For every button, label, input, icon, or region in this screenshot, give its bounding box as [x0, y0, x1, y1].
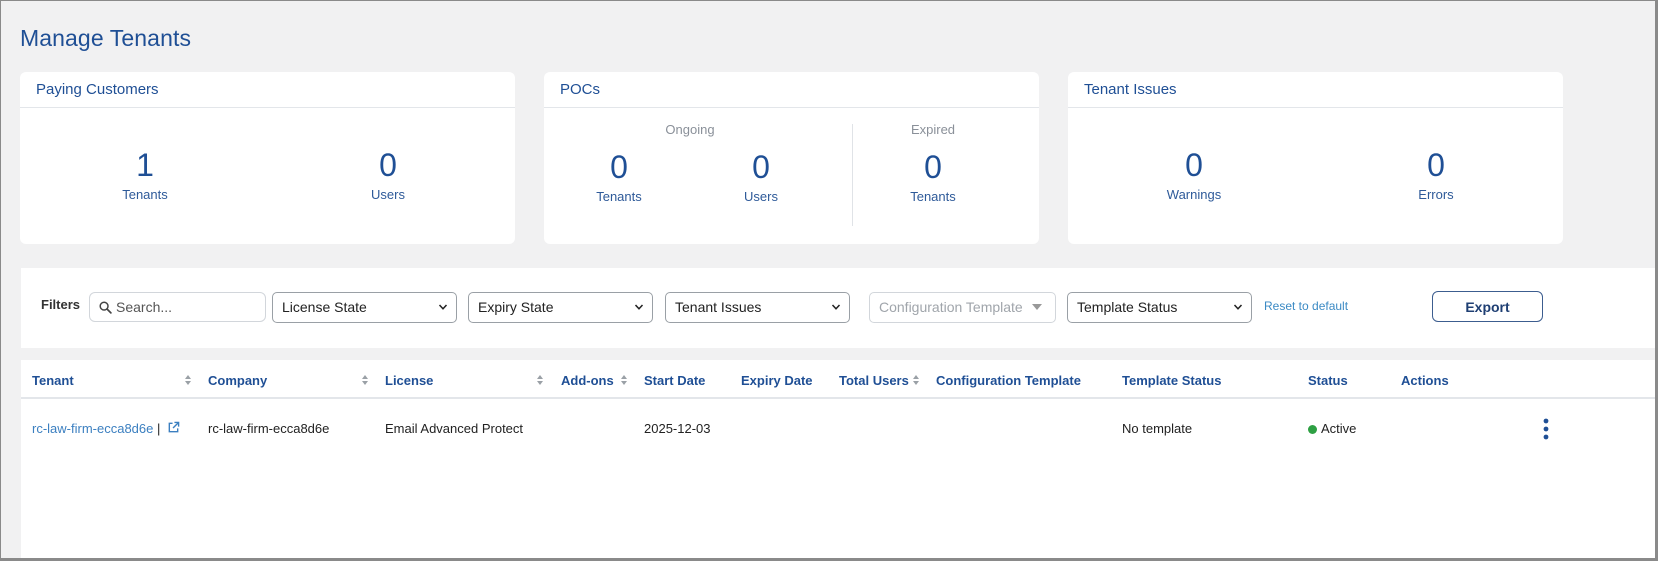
chevron-down-icon [438, 304, 448, 310]
filters-label: Filters [41, 297, 81, 312]
app-window: Manage Tenants Paying Customers 1 Tenant… [1, 1, 1655, 558]
card-title: POCs [544, 72, 1039, 108]
select-label: License State [282, 299, 367, 315]
column-header-actions: Actions [1401, 373, 1449, 388]
stat-value: 1 [136, 147, 154, 183]
separator: | [157, 421, 161, 436]
stat-value: 0 [924, 149, 942, 185]
divider [852, 124, 853, 226]
tenant-cell: rc-law-firm-ecca8d6e | [32, 421, 180, 436]
column-header-configuration-template[interactable]: Configuration Template [936, 373, 1081, 388]
sort-icon[interactable] [184, 374, 192, 386]
sort-icon[interactable] [620, 374, 628, 386]
sort-icon[interactable] [912, 374, 920, 386]
tenant-issues-select[interactable]: Tenant Issues [665, 292, 850, 323]
stat-value: 0 [1427, 147, 1445, 183]
sort-icon[interactable] [361, 374, 369, 386]
template-status-select[interactable]: Template Status [1067, 292, 1252, 323]
status-dot-icon [1308, 425, 1317, 434]
column-header-company[interactable]: Company [208, 373, 267, 388]
column-header-license[interactable]: License [385, 373, 433, 388]
status-label: Active [1321, 421, 1357, 436]
page-title: Manage Tenants [20, 25, 192, 51]
caret-down-icon [1032, 304, 1042, 310]
warnings-stat: 0 Warnings [1134, 147, 1254, 202]
column-header-addons[interactable]: Add-ons [561, 373, 614, 388]
select-label: Expiry State [478, 299, 554, 315]
configuration-template-select[interactable]: Configuration Template [869, 292, 1056, 323]
section-gap [21, 348, 1655, 360]
company-cell: rc-law-firm-ecca8d6e [208, 421, 330, 436]
stat-value: 0 [379, 147, 397, 183]
stat-value: 0 [752, 149, 770, 185]
chevron-down-icon [831, 304, 841, 310]
select-label: Template Status [1077, 299, 1178, 315]
stat-label: Tenants [122, 187, 168, 202]
start-date-cell: 2025-12-03 [644, 421, 711, 436]
select-label: Tenant Issues [675, 299, 762, 315]
card-title: Paying Customers [20, 72, 515, 108]
chevron-down-icon [634, 304, 644, 310]
tenant-link[interactable]: rc-law-firm-ecca8d6e [32, 421, 153, 436]
search-icon [99, 301, 112, 314]
poc-ongoing-users-stat: 0 Users [701, 149, 821, 204]
stat-label: Users [371, 187, 405, 202]
paying-users-stat: 0 Users [328, 147, 448, 202]
export-button[interactable]: Export [1432, 291, 1543, 322]
license-cell: Email Advanced Protect [385, 421, 524, 436]
column-header-start-date[interactable]: Start Date [644, 373, 705, 388]
stat-label: Users [744, 189, 778, 204]
license-state-select[interactable]: License State [272, 292, 457, 323]
column-header-expiry-date[interactable]: Expiry Date [741, 373, 813, 388]
pocs-card: POCs Ongoing Expired 0 Tenants 0 Users 0… [544, 72, 1039, 244]
reset-to-default-link[interactable]: Reset to default [1264, 299, 1348, 313]
poc-ongoing-tenants-stat: 0 Tenants [559, 149, 679, 204]
chevron-down-icon [1233, 304, 1243, 310]
filters-bar: Filters License State Expiry State Tenan… [21, 268, 1655, 348]
stat-value: 0 [1185, 147, 1203, 183]
external-link-icon[interactable] [167, 421, 180, 434]
kebab-menu-icon[interactable] [1543, 418, 1549, 440]
paying-tenants-stat: 1 Tenants [85, 147, 205, 202]
card-title: Tenant Issues [1068, 72, 1563, 108]
expiry-state-select[interactable]: Expiry State [468, 292, 653, 323]
tenants-table-panel: Filters License State Expiry State Tenan… [21, 268, 1655, 558]
expired-subheading: Expired [910, 122, 956, 137]
column-header-tenant[interactable]: Tenant [32, 373, 74, 388]
template-status-cell: No template [1122, 421, 1193, 436]
stat-label: Tenants [596, 189, 642, 204]
stat-label: Warnings [1166, 187, 1222, 202]
status-cell: Active [1308, 421, 1356, 436]
sort-icon[interactable] [536, 374, 544, 386]
paying-customers-card: Paying Customers 1 Tenants 0 Users [20, 72, 515, 244]
stat-label: Errors [1418, 187, 1454, 202]
poc-expired-tenants-stat: 0 Tenants [873, 149, 993, 204]
table-row: rc-law-firm-ecca8d6e | rc-law-firm-ecca8… [21, 399, 1655, 457]
column-header-total-users[interactable]: Total Users [839, 373, 909, 388]
search-input[interactable] [116, 297, 261, 317]
tenant-issues-card: Tenant Issues 0 Warnings 0 Errors [1068, 72, 1563, 244]
errors-stat: 0 Errors [1376, 147, 1496, 202]
search-field[interactable] [89, 292, 266, 322]
stat-value: 0 [610, 149, 628, 185]
column-header-status[interactable]: Status [1308, 373, 1348, 388]
table-header: Tenant Company License Add-ons Start Dat… [21, 360, 1655, 399]
ongoing-subheading: Ongoing [665, 122, 715, 137]
stat-label: Tenants [910, 189, 956, 204]
select-label: Configuration Template [879, 299, 1023, 315]
column-header-template-status[interactable]: Template Status [1122, 373, 1221, 388]
